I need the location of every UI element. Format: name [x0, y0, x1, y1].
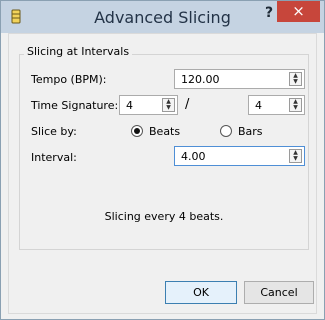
group-title: Slicing at Intervals	[24, 45, 133, 58]
time-signature-numerator-spinbox[interactable]: 4 ▲ ▼	[119, 95, 178, 115]
time-signature-denominator-spinbox[interactable]: 4 ▲ ▼	[248, 95, 305, 115]
numerator-stepper[interactable]: ▲ ▼	[162, 98, 175, 112]
tempo-value: 120.00	[181, 73, 220, 86]
title-bar: Advanced Slicing ? ×	[1, 1, 324, 33]
bars-radio[interactable]	[220, 125, 232, 137]
ok-button[interactable]: OK	[165, 281, 237, 304]
denominator-stepper[interactable]: ▲ ▼	[289, 98, 302, 112]
down-arrow-icon[interactable]: ▼	[290, 156, 301, 162]
cancel-button[interactable]: Cancel	[244, 281, 314, 304]
interval-value: 4.00	[181, 150, 206, 163]
slicing-status-text: Slicing every 4 beats.	[104, 210, 224, 223]
time-signature-label: Time Signature:	[31, 99, 119, 112]
interval-stepper[interactable]: ▲ ▼	[289, 149, 302, 163]
beats-radio-label[interactable]: Beats	[149, 125, 180, 138]
help-button[interactable]: ?	[259, 5, 279, 25]
slice-by-label: Slice by:	[31, 125, 77, 138]
close-button[interactable]: ×	[277, 1, 320, 22]
numerator-value: 4	[126, 99, 133, 112]
tempo-stepper[interactable]: ▲ ▼	[289, 72, 302, 86]
tempo-spinbox[interactable]: 120.00 ▲ ▼	[174, 69, 305, 89]
interval-label: Interval:	[31, 151, 77, 164]
dialog-window: Advanced Slicing ? × Slicing at Interval…	[0, 0, 325, 320]
interval-spinbox[interactable]: 4.00 ▲ ▼	[174, 146, 305, 166]
time-signature-separator: /	[185, 97, 190, 112]
bars-radio-label[interactable]: Bars	[238, 125, 263, 138]
radio-selected-dot	[134, 128, 140, 134]
beats-radio[interactable]	[131, 125, 143, 137]
down-arrow-icon[interactable]: ▼	[290, 105, 301, 111]
down-arrow-icon[interactable]: ▼	[290, 79, 301, 85]
denominator-value: 4	[255, 99, 262, 112]
down-arrow-icon[interactable]: ▼	[163, 105, 174, 111]
tempo-label: Tempo (BPM):	[31, 73, 107, 86]
